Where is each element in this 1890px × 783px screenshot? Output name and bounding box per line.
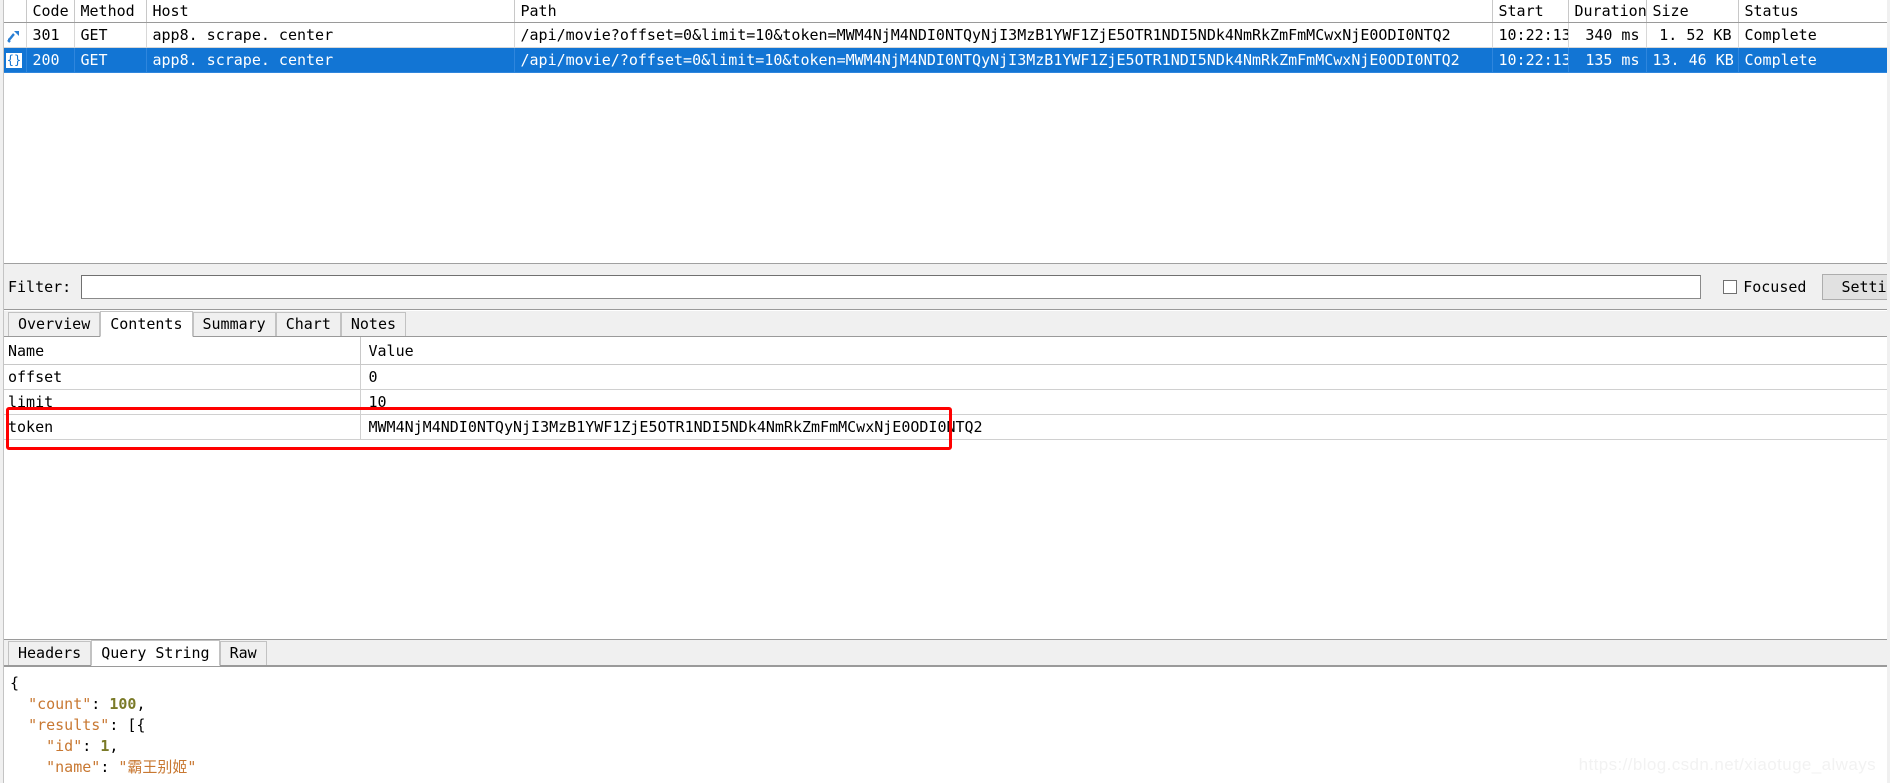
cell-duration: 340 ms [1568, 22, 1647, 48]
query-string-header-row: Name Value [0, 337, 1890, 365]
cell-start: 10:22:13 [1492, 47, 1569, 73]
json-token: "id" [46, 737, 83, 755]
tab-raw[interactable]: Raw [219, 641, 267, 665]
settings-button[interactable]: Settings [1822, 273, 1890, 300]
table-row[interactable]: {} 200 GET app8. scrape. center /api/mov… [0, 47, 1890, 73]
cell-start: 10:22:13 [1492, 22, 1569, 48]
detail-tabstrip: Overview Contents Summary Chart Notes [0, 311, 1890, 337]
cell-code: 301 [26, 22, 75, 48]
request-list-panel[interactable]: Code Method Host Path Start Duration Siz… [0, 0, 1890, 264]
column-header-method[interactable]: Method [74, 0, 147, 23]
param-name-token: token [0, 414, 361, 440]
request-table-header-row: Code Method Host Path Start Duration Siz… [0, 0, 1890, 23]
json-token: , [136, 695, 146, 713]
cell-path: /api/movie?offset=0&limit=10&token=MWM4N… [514, 22, 1493, 48]
tab-chart[interactable]: Chart [275, 312, 341, 336]
focused-label: Focused [1743, 277, 1807, 296]
table-row[interactable]: token MWM4NjM4NDI0NTQyNjI3MzB1YWF1ZjE5OT… [0, 414, 1890, 440]
table-row[interactable]: 301 GET app8. scrape. center /api/movie?… [0, 22, 1890, 48]
column-header-path[interactable]: Path [514, 0, 1493, 23]
cell-status: Complete [1738, 47, 1890, 73]
param-name-limit: limit [0, 389, 361, 415]
column-header-value[interactable]: Value [360, 337, 1890, 365]
json-token: , [109, 737, 119, 755]
cell-size: 13. 46 KB [1646, 47, 1739, 73]
focused-checkbox-group[interactable]: Focused [1723, 278, 1806, 296]
json-token: 100 [109, 695, 137, 713]
table-row[interactable]: offset 0 [0, 364, 1890, 390]
json-token: : [100, 758, 119, 776]
column-header-host[interactable]: Host [146, 0, 515, 23]
column-header-start[interactable]: Start [1492, 0, 1569, 23]
json-token: : [82, 737, 101, 755]
redirect-arrow-icon [6, 28, 22, 44]
json-token: 1 [100, 737, 110, 755]
column-header-size[interactable]: Size [1646, 0, 1739, 23]
json-line: { [10, 673, 1890, 694]
json-token: "results" [28, 716, 110, 734]
tab-overview[interactable]: Overview [8, 312, 101, 336]
tab-notes[interactable]: Notes [340, 312, 407, 336]
cell-duration: 135 ms [1568, 47, 1647, 73]
json-token: { [10, 674, 20, 692]
cell-host: app8. scrape. center [146, 47, 515, 73]
param-value-limit: 10 [360, 389, 1890, 415]
json-line: "count": 100, [10, 694, 1890, 715]
focused-checkbox[interactable] [1723, 279, 1738, 294]
query-string-table[interactable]: Name Value offset 0 limit 10 token MWM4N… [0, 337, 1890, 440]
column-header-duration[interactable]: Duration [1568, 0, 1647, 23]
json-token: "count" [28, 695, 92, 713]
request-table[interactable]: Code Method Host Path Start Duration Siz… [0, 0, 1890, 73]
watermark-text: https://blog.csdn.net/xiaotuge_always [1578, 755, 1876, 774]
param-value-token: MWM4NjM4NDI0NTQyNjI3MzB1YWF1ZjE5OTR1NDI5… [360, 414, 1890, 440]
column-header-name[interactable]: Name [0, 337, 361, 365]
json-token: : [{ [109, 716, 146, 734]
cell-method: GET [74, 47, 147, 73]
json-token: : [91, 695, 110, 713]
cell-code: 200 [26, 47, 75, 73]
window-left-edge [0, 0, 4, 783]
charles-proxy-window: Code Method Host Path Start Duration Siz… [0, 0, 1890, 783]
filter-input[interactable] [81, 274, 1702, 299]
json-token: "霸王别姬" [118, 758, 197, 776]
param-name-offset: offset [0, 364, 361, 390]
json-line: "id": 1, [10, 736, 1890, 757]
query-string-grid-panel: Name Value offset 0 limit 10 token MWM4N… [0, 337, 1890, 640]
filter-bar: Filter: Focused Settings [0, 264, 1890, 310]
cell-size: 1. 52 KB [1646, 22, 1739, 48]
json-braces-icon: {} [6, 53, 22, 68]
body-tabstrip: Headers Query String Raw [0, 640, 1890, 666]
table-row[interactable]: limit 10 [0, 389, 1890, 415]
tab-contents[interactable]: Contents [100, 311, 193, 337]
cell-method: GET [74, 22, 147, 48]
column-header-code[interactable]: Code [26, 0, 75, 23]
tab-summary[interactable]: Summary [192, 312, 276, 336]
json-line: "results": [{ [10, 715, 1890, 736]
json-token: "name" [46, 758, 101, 776]
column-header-status[interactable]: Status [1738, 0, 1890, 23]
param-value-offset: 0 [360, 364, 1890, 390]
tab-query-string[interactable]: Query String [91, 640, 220, 666]
cell-status: Complete [1738, 22, 1890, 48]
cell-host: app8. scrape. center [146, 22, 515, 48]
cell-path: /api/movie/?offset=0&limit=10&token=MWM4… [514, 47, 1493, 73]
tab-headers[interactable]: Headers [8, 641, 92, 665]
filter-label: Filter: [8, 277, 72, 296]
